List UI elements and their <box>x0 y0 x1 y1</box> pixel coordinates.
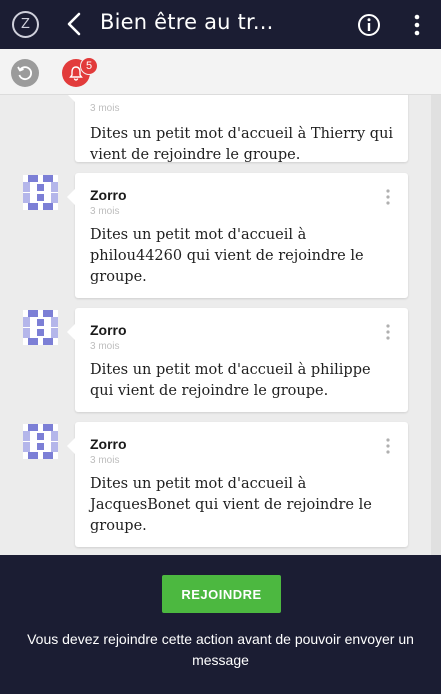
message-card: 3 mois Dites un petit mot d'accueil à Th… <box>67 95 408 163</box>
message-feed[interactable]: 3 mois Dites un petit mot d'accueil à Th… <box>0 95 441 555</box>
join-notice-text: Vous devez rejoindre cette action avant … <box>27 631 414 668</box>
refresh-icon <box>17 66 32 81</box>
message-author[interactable]: Zorro <box>90 187 127 203</box>
message-menu-icon[interactable] <box>385 324 391 340</box>
message-time: 3 mois <box>90 103 120 114</box>
message-text: Dites un petit mot d'accueil à philou442… <box>90 227 364 285</box>
message-card: Zorro 3 mois Dites un petit mot d'accuei… <box>67 422 408 547</box>
user-avatar[interactable] <box>23 424 58 459</box>
message-card: Zorro 3 mois Dites un petit mot d'accuei… <box>67 308 408 412</box>
refresh-button[interactable] <box>11 59 39 87</box>
sub-toolbar: 5 <box>0 49 441 95</box>
message-author[interactable]: Zorro <box>90 322 127 338</box>
notification-count-badge: 5 <box>80 57 98 75</box>
message-text: Dites un petit mot d'accueil à philippe … <box>90 362 371 399</box>
message-card: Zorro 3 mois Dites un petit mot d'accuei… <box>67 173 408 298</box>
scrollbar[interactable] <box>431 95 441 555</box>
message-text: Dites un petit mot d'accueil à Thierry q… <box>90 126 394 163</box>
page-title: Bien être au tr... <box>100 10 274 34</box>
user-avatar[interactable] <box>23 175 58 210</box>
join-button[interactable]: REJOINDRE <box>162 575 281 613</box>
back-arrow-icon[interactable] <box>62 10 88 38</box>
info-icon[interactable] <box>357 13 381 37</box>
message-time: 3 mois <box>90 341 120 352</box>
message-menu-icon[interactable] <box>385 438 391 454</box>
message-menu-icon[interactable] <box>385 189 391 205</box>
top-bar: Z Bien être au tr... <box>0 0 441 49</box>
user-avatar[interactable] <box>23 310 58 345</box>
message-time: 3 mois <box>90 455 120 466</box>
message-text: Dites un petit mot d'accueil à JacquesBo… <box>90 476 372 534</box>
message-time: 3 mois <box>90 206 120 217</box>
logo-glyph: Z <box>21 17 30 32</box>
app-logo-icon[interactable]: Z <box>12 11 39 38</box>
message-author[interactable]: Zorro <box>90 436 127 452</box>
join-footer: REJOINDRE Vous devez rejoindre cette act… <box>0 555 441 694</box>
more-options-icon[interactable] <box>410 13 424 37</box>
